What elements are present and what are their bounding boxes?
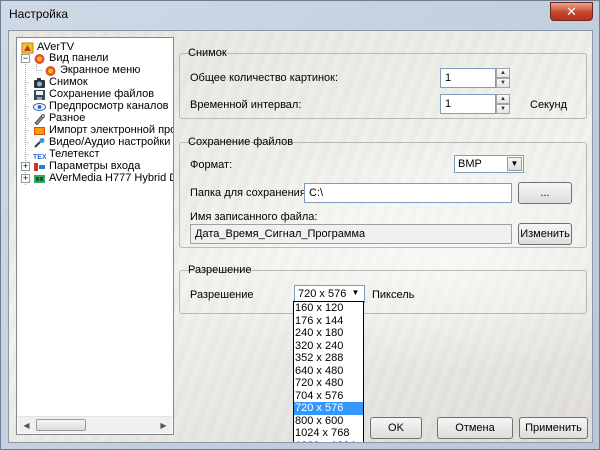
tree-expand-toggle[interactable]: + <box>21 162 30 171</box>
close-button[interactable]: ✕ <box>550 2 593 21</box>
title-bar: Настройка ✕ <box>1 1 599 27</box>
window-title: Настройка <box>9 7 69 21</box>
tree-collapse-toggle[interactable]: − <box>21 54 30 63</box>
resolution-label: Разрешение <box>190 289 254 301</box>
panel-view-icon <box>33 53 46 65</box>
filename-value-field: Дата_Время_Сигнал_Программа <box>190 224 512 244</box>
resolution-option[interactable]: 800 x 600 <box>294 415 363 428</box>
settings-tree[interactable]: AVerTV − Вид панели Экранное меню Снимок… <box>16 37 174 435</box>
chevron-down-icon[interactable]: ▼ <box>348 287 363 301</box>
resolution-option[interactable]: 160 x 120 <box>294 302 363 315</box>
save-files-icon <box>33 89 46 101</box>
snapshot-group: Снимок Общее количество картинок: 1 ▲ ▼ … <box>179 47 587 119</box>
cancel-button[interactable]: Отмена <box>437 417 513 439</box>
resolution-unit-label: Пиксель <box>372 289 415 301</box>
teletext-icon: TEXT <box>33 149 52 161</box>
save-folder-label: Папка для сохранения: <box>190 187 309 199</box>
filename-label: Имя записанного файла: <box>190 211 318 223</box>
resolution-option[interactable]: 1280 x 1024 <box>294 440 363 443</box>
interval-spinner[interactable]: ▲ ▼ <box>496 94 510 114</box>
picture-count-input[interactable]: 1 <box>440 68 496 88</box>
format-select[interactable]: BMP ▼ <box>454 155 524 173</box>
resolution-option[interactable]: 720 x 480 <box>294 377 363 390</box>
picture-count-spinner[interactable]: ▲ ▼ <box>496 68 510 88</box>
chevron-down-icon[interactable]: ▼ <box>507 157 522 171</box>
interval-label: Временной интервал: <box>190 99 302 111</box>
format-value: BMP <box>458 158 482 170</box>
format-label: Формат: <box>190 159 233 171</box>
scroll-thumb[interactable] <box>36 419 86 431</box>
group-title: Сохранение файлов <box>188 136 294 148</box>
picture-count-label: Общее количество картинок: <box>190 72 339 84</box>
apply-button[interactable]: Применить <box>519 417 588 439</box>
tree-expand-toggle[interactable]: + <box>21 174 30 183</box>
resolution-option[interactable]: 352 x 288 <box>294 352 363 365</box>
resolution-option[interactable]: 640 x 480 <box>294 365 363 378</box>
av-settings-icon <box>33 137 46 149</box>
resolution-option[interactable]: 704 x 576 <box>294 390 363 403</box>
change-filename-button[interactable]: Изменить <box>518 223 572 245</box>
tuner-card-icon <box>33 173 46 185</box>
scroll-left-arrow-icon[interactable]: ◀ <box>18 417 35 434</box>
resolution-option[interactable]: 320 x 240 <box>294 340 363 353</box>
epg-import-icon <box>33 125 46 137</box>
group-title: Снимок <box>188 47 227 59</box>
osd-menu-icon <box>44 65 57 77</box>
ok-button[interactable]: OK <box>370 417 422 439</box>
tree-item-tuner-card[interactable]: AVerMedia H777 Hybrid DVI <box>33 172 174 185</box>
browse-folder-button[interactable]: ... <box>518 182 572 204</box>
file-saving-group: Сохранение файлов Формат: BMP ▼ Папка дл… <box>179 136 587 248</box>
save-folder-input[interactable]: C:\ <box>304 183 512 203</box>
resolution-value: 720 x 576 <box>298 288 347 300</box>
resolution-option[interactable]: 1024 x 768 <box>294 427 363 440</box>
group-title: Разрешение <box>188 264 252 276</box>
spin-up-icon[interactable]: ▲ <box>496 68 510 78</box>
scroll-right-arrow-icon[interactable]: ▶ <box>155 417 172 434</box>
spin-down-icon[interactable]: ▼ <box>496 104 510 114</box>
spin-down-icon[interactable]: ▼ <box>496 78 510 88</box>
tree-item-label: AVerMedia H777 Hybrid DVI <box>49 172 174 184</box>
interval-input[interactable]: 1 <box>440 94 496 114</box>
camera-icon <box>33 77 46 89</box>
resolution-dropdown-list[interactable]: 160 x 120 176 x 144 240 x 180 320 x 240 352 … <box>293 301 364 443</box>
resolution-option[interactable]: 240 x 180 <box>294 327 363 340</box>
spin-up-icon[interactable]: ▲ <box>496 94 510 104</box>
eye-icon <box>33 101 46 113</box>
resolution-group: Разрешение Разрешение 720 x 576 ▼ Пиксел… <box>179 264 587 314</box>
interval-unit-label: Секунд <box>530 99 567 111</box>
resolution-option[interactable]: 176 x 144 <box>294 315 363 328</box>
input-params-icon <box>33 161 46 173</box>
settings-window: Настройка ✕ AVerTV − Вид панели Экранное… <box>0 0 600 450</box>
resolution-option[interactable]: 720 x 576 <box>294 402 363 415</box>
tree-horizontal-scrollbar[interactable]: ◀ ▶ <box>18 416 172 433</box>
dialog-client-area: AVerTV − Вид панели Экранное меню Снимок… <box>8 30 593 443</box>
misc-icon <box>33 113 46 125</box>
